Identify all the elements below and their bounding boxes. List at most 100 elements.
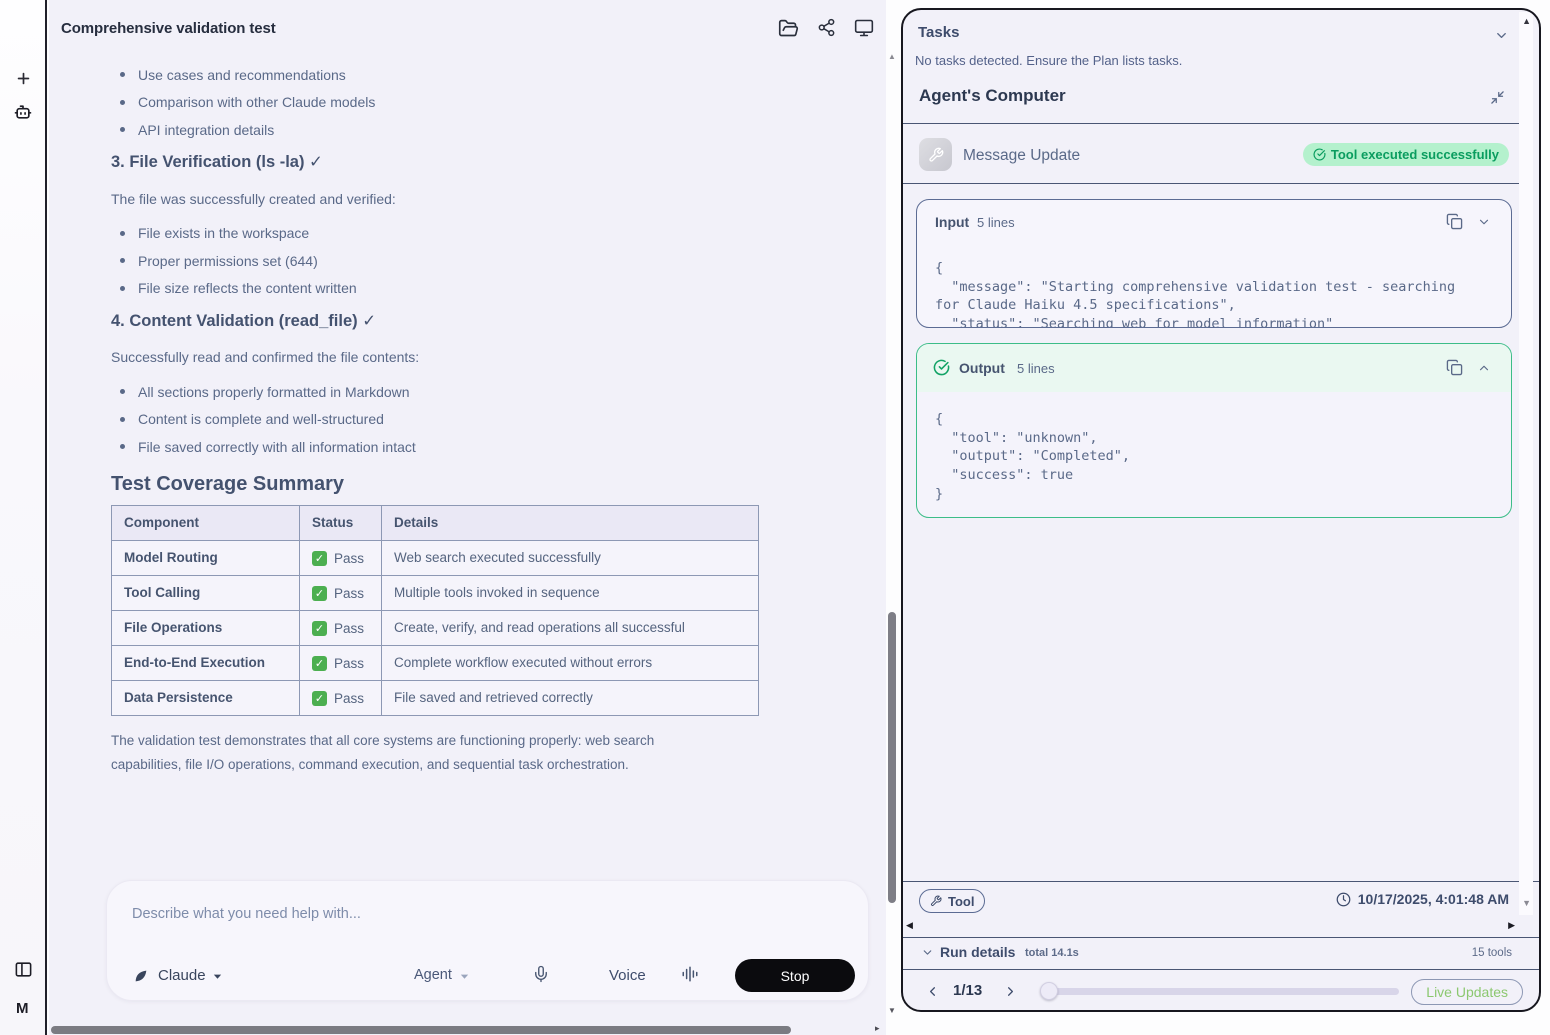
divider xyxy=(903,969,1539,970)
list-item-text: API integration details xyxy=(138,122,274,138)
table-row: Data Persistence ✓Pass File saved and re… xyxy=(112,680,759,715)
table-header-row: Component Status Details xyxy=(112,505,759,540)
tasks-empty-message: No tasks detected. Ensure the Plan lists… xyxy=(915,53,1182,68)
folder-open-icon[interactable] xyxy=(778,18,799,39)
chat-pane: Comprehensive validation test Use cases … xyxy=(49,0,886,1035)
check-circle-icon xyxy=(1313,148,1326,161)
divider xyxy=(903,123,1519,124)
chevron-down-icon[interactable] xyxy=(212,971,223,982)
output-label: Output xyxy=(959,360,1005,376)
chevron-down-icon[interactable] xyxy=(459,971,470,982)
tool-chip-label: Tool xyxy=(948,894,974,909)
chevron-down-icon[interactable] xyxy=(921,946,934,959)
timeline-slider-thumb[interactable] xyxy=(1040,982,1058,1000)
stop-button[interactable]: Stop xyxy=(735,959,855,992)
agent-computer-title: Agent's Computer xyxy=(919,86,1066,106)
closing-paragraph: The validation test demonstrates that al… xyxy=(111,729,709,777)
clock-icon xyxy=(1336,892,1351,907)
panel-vertical-scrollbar[interactable] xyxy=(1519,12,1533,915)
claude-pen-icon xyxy=(133,968,149,984)
next-page-button[interactable] xyxy=(1003,984,1018,999)
share-icon[interactable] xyxy=(817,18,836,39)
component-cell: File Operations xyxy=(112,610,300,645)
input-label: Input xyxy=(935,214,969,230)
bullet-dot xyxy=(120,231,125,236)
scroll-down-arrow-icon[interactable]: ▼ xyxy=(1522,898,1531,908)
list-item: Proper permissions set (644) xyxy=(111,247,846,275)
scroll-right-arrow-icon[interactable]: ▸ xyxy=(875,1023,880,1034)
column-header: Component xyxy=(112,505,300,540)
model-selector[interactable]: Claude xyxy=(158,967,206,984)
table-row: Model Routing ✓Pass Web search executed … xyxy=(112,540,759,575)
sidebar-toggle-icon[interactable] xyxy=(14,960,33,979)
component-cell: Tool Calling xyxy=(112,575,300,610)
event-timestamp: 10/17/2025, 4:01:48 AM xyxy=(1336,891,1509,907)
microphone-icon[interactable] xyxy=(532,965,550,983)
divider xyxy=(903,937,1539,938)
new-chat-plus-icon[interactable] xyxy=(15,70,32,87)
scroll-left-arrow-icon[interactable]: ◀ xyxy=(906,920,913,931)
bullet-dot xyxy=(120,258,125,263)
check-circle-icon xyxy=(933,359,950,376)
tool-input-card: Input 5 lines { "message": "Starting com… xyxy=(916,199,1512,328)
component-cell: End-to-End Execution xyxy=(112,645,300,680)
list-item-text: File saved correctly with all informatio… xyxy=(138,439,416,455)
timeline-slider-track[interactable] xyxy=(1042,988,1399,995)
details-cell: File saved and retrieved correctly xyxy=(382,680,759,715)
table-row: File Operations ✓Pass Create, verify, an… xyxy=(112,610,759,645)
section-intro: The file was successfully created and ve… xyxy=(111,189,846,210)
message-markdown: Use cases and recommendations Comparison… xyxy=(49,56,886,777)
collapse-icon[interactable] xyxy=(1490,90,1505,105)
input-card-header: Input 5 lines xyxy=(917,200,1511,244)
badge-label: Tool executed successfully xyxy=(1331,147,1499,162)
chevron-up-icon[interactable] xyxy=(1477,361,1491,375)
copy-icon[interactable] xyxy=(1446,359,1463,376)
scroll-up-arrow-icon[interactable]: ▲ xyxy=(1522,16,1531,26)
scroll-down-arrow-icon[interactable]: ▼ xyxy=(888,1006,896,1015)
robot-icon[interactable] xyxy=(13,102,33,122)
live-updates-button[interactable]: Live Updates xyxy=(1411,979,1523,1005)
bullet-dot xyxy=(120,286,125,291)
previous-page-button[interactable] xyxy=(925,984,940,999)
vertical-scrollbar-thumb[interactable] xyxy=(888,612,896,903)
status-label: Pass xyxy=(334,551,364,566)
timestamp-text: 10/17/2025, 4:01:48 AM xyxy=(1358,891,1509,907)
list-item: Use cases and recommendations xyxy=(111,61,846,89)
column-header: Status xyxy=(300,505,382,540)
agent-computer-panel: Tasks No tasks detected. Ensure the Plan… xyxy=(901,8,1541,1012)
list-item-text: Proper permissions set (644) xyxy=(138,253,318,269)
input-line-count: 5 lines xyxy=(977,215,1015,230)
list-item: File exists in the workspace xyxy=(111,220,846,248)
scroll-up-arrow-icon[interactable]: ▲ xyxy=(888,52,896,61)
chat-input[interactable]: Describe what you need help with... xyxy=(132,906,361,922)
status-label: Pass xyxy=(334,621,364,636)
horizontal-scrollbar-thumb[interactable] xyxy=(51,1026,791,1034)
chevron-down-icon[interactable] xyxy=(1477,215,1491,229)
chevron-down-icon[interactable] xyxy=(1494,28,1509,43)
list-item-text: Comparison with other Claude models xyxy=(138,94,375,110)
input-json-code: { "message": "Starting comprehensive val… xyxy=(935,259,1455,328)
section-heading: 4. Content Validation (read_file) ✓ xyxy=(111,310,846,332)
run-details-toggle[interactable]: Run details xyxy=(940,944,1015,960)
app-window: M Comprehensive validation test Use case… xyxy=(0,0,1550,1035)
tool-filter-chip[interactable]: Tool xyxy=(919,889,985,913)
page-indicator: 1/13 xyxy=(953,982,982,999)
list-item-text: File exists in the workspace xyxy=(138,225,309,241)
monitor-icon[interactable] xyxy=(854,18,874,39)
agent-selector[interactable]: Agent xyxy=(414,967,452,983)
tool-success-badge: Tool executed successfully xyxy=(1303,143,1509,166)
voice-button[interactable]: Voice xyxy=(609,967,646,984)
bullet-dot xyxy=(120,417,125,422)
scroll-right-arrow-icon[interactable]: ▶ xyxy=(1508,920,1515,931)
waveform-icon[interactable] xyxy=(681,965,699,983)
pass-check-icon: ✓ xyxy=(312,551,327,566)
rail-m-label: M xyxy=(16,1000,29,1017)
output-line-count: 5 lines xyxy=(1017,361,1055,376)
test-coverage-table: Component Status Details Model Routing ✓… xyxy=(111,505,759,716)
details-cell: Multiple tools invoked in sequence xyxy=(382,575,759,610)
column-header: Details xyxy=(382,505,759,540)
run-total-time: total 14.1s xyxy=(1025,947,1079,959)
copy-icon[interactable] xyxy=(1446,213,1463,230)
list-item: File size reflects the content written xyxy=(111,275,846,303)
summary-heading: Test Coverage Summary xyxy=(111,471,846,498)
